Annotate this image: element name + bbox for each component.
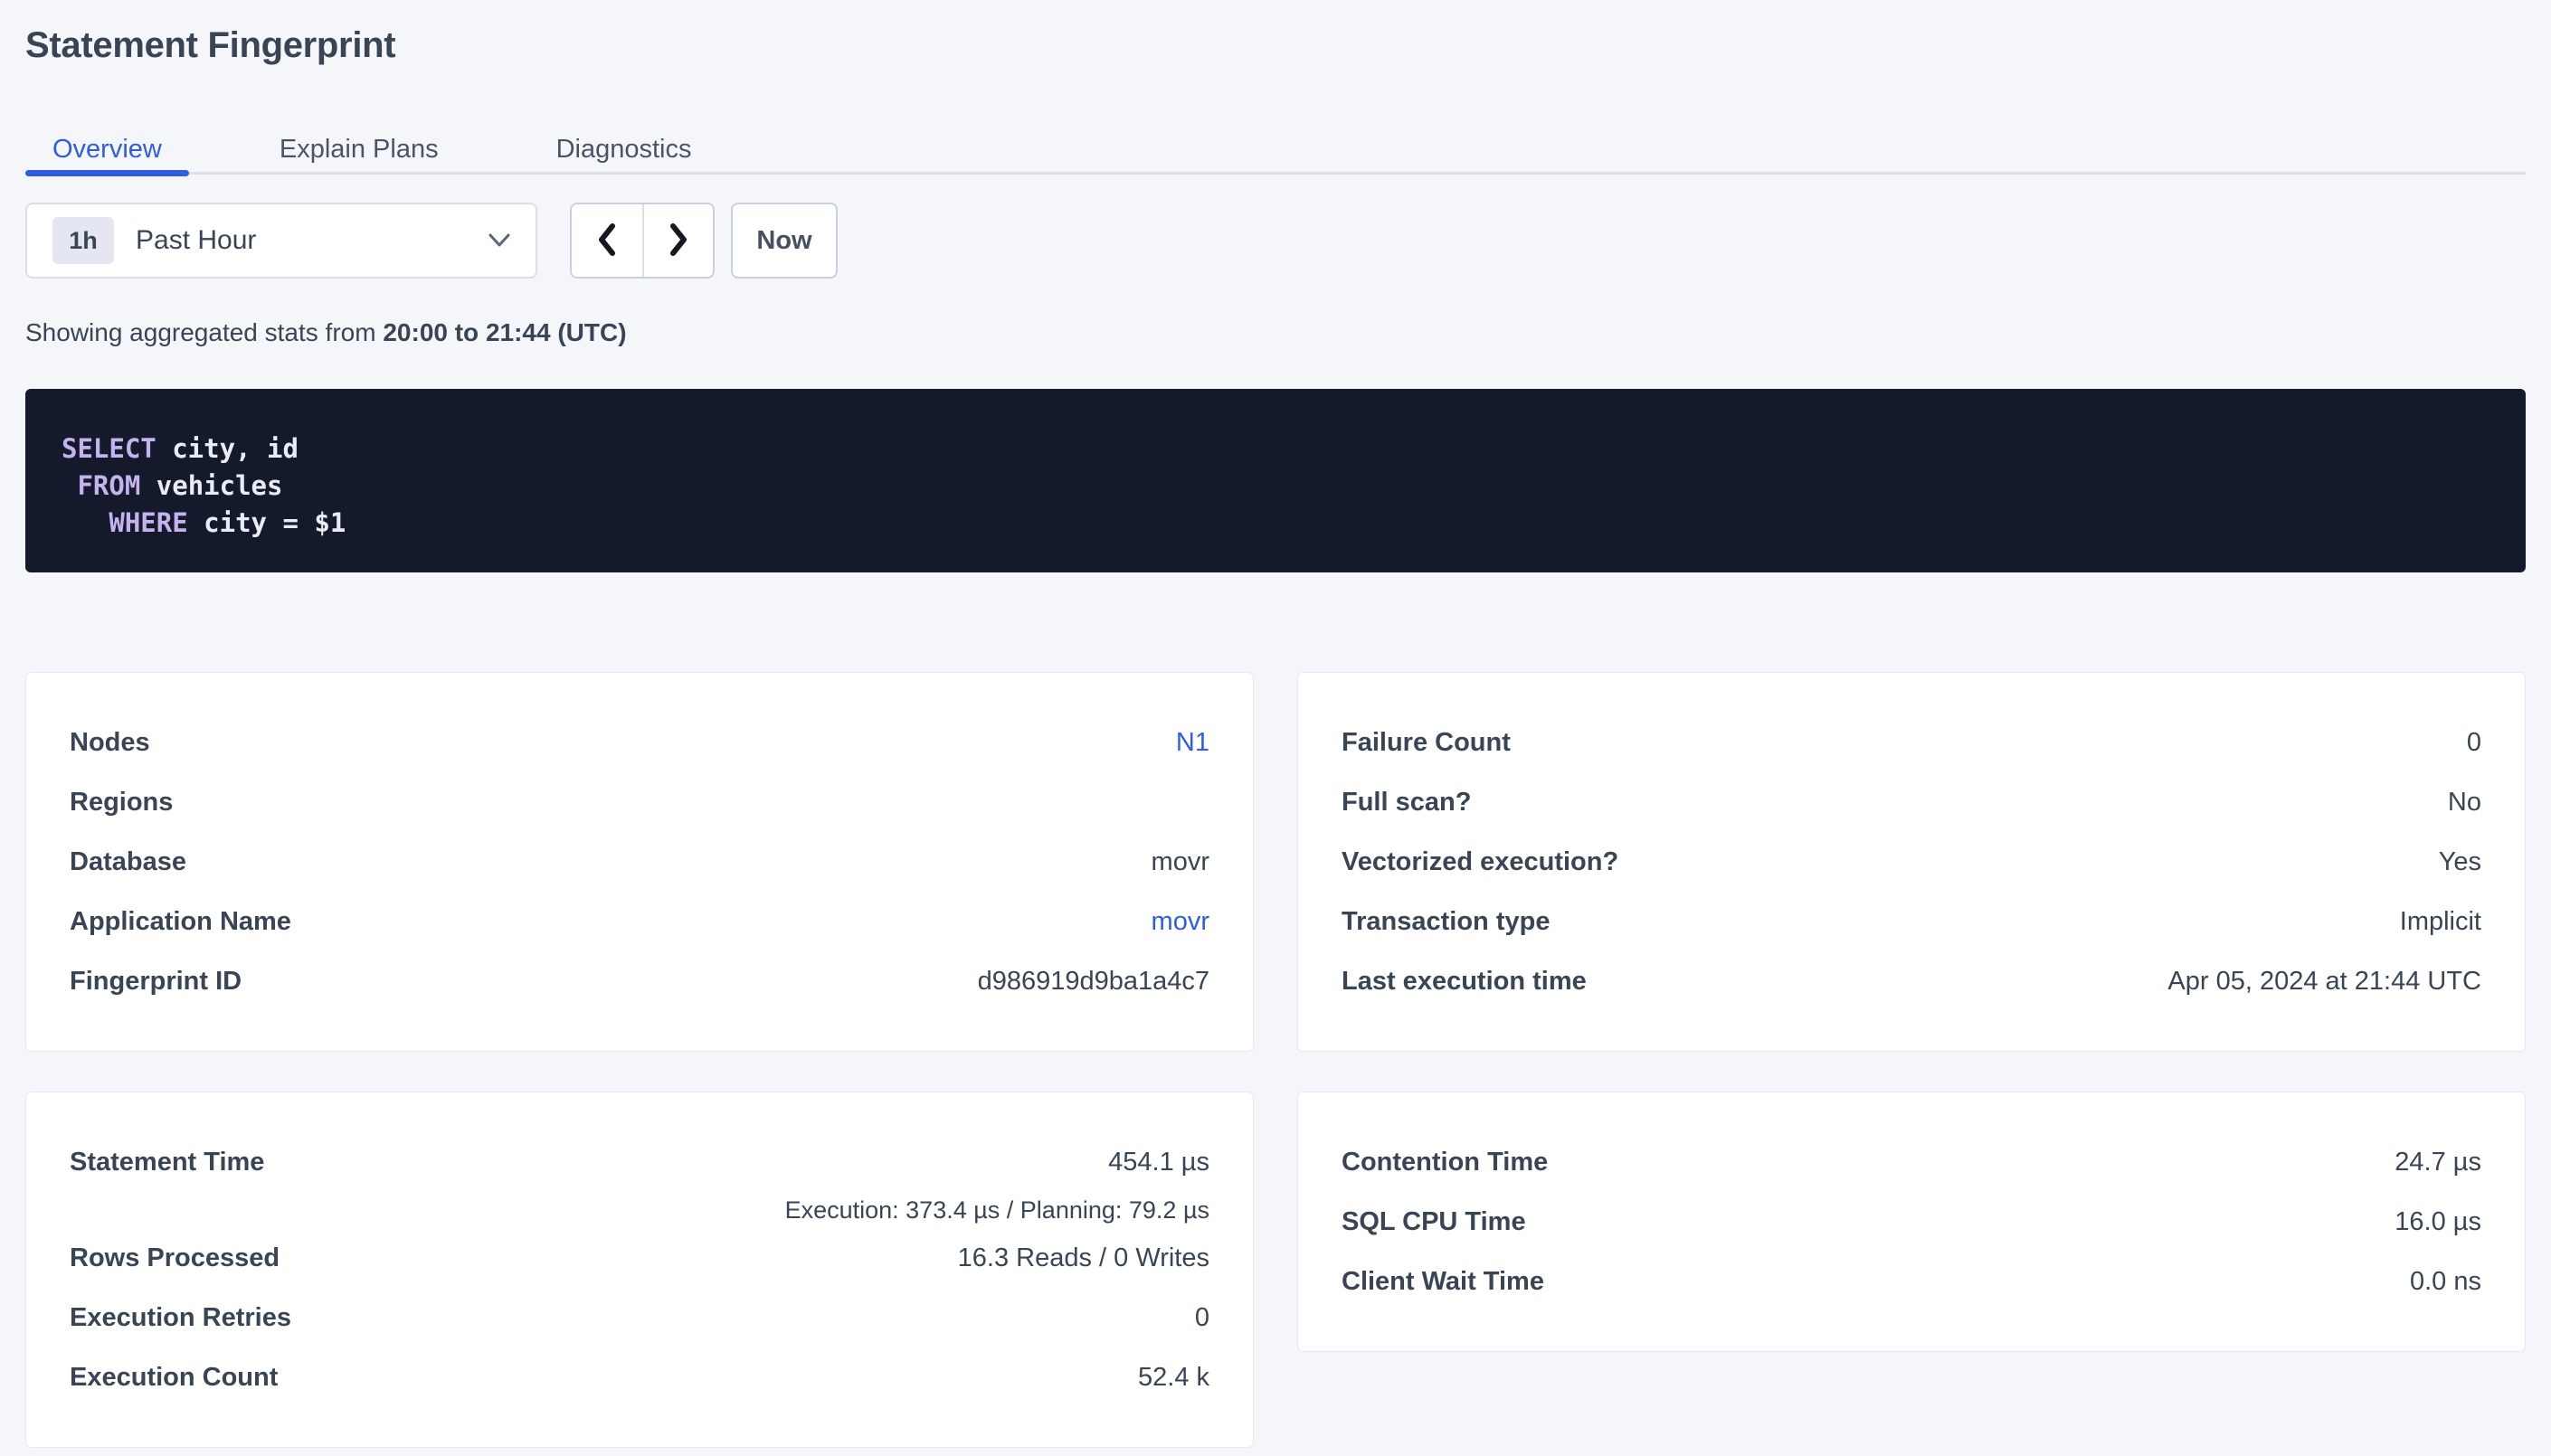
aggregated-stats-line: Showing aggregated stats from 20:00 to 2…	[25, 317, 2526, 349]
row-label: Database	[70, 832, 186, 892]
table-row: Transaction type Implicit	[1342, 892, 2481, 951]
table-row: Rows Processed 16.3 Reads / 0 Writes	[70, 1228, 1209, 1288]
row-value: 0.0 ns	[2410, 1252, 2481, 1311]
row-subvalue: Execution: 373.4 µs / Planning: 79.2 µs	[785, 1192, 1209, 1228]
chevron-down-icon	[488, 233, 510, 248]
time-controls: 1h Past Hour	[25, 203, 2526, 279]
row-value: 16.3 Reads / 0 Writes	[958, 1228, 1209, 1288]
row-label: Vectorized execution?	[1342, 832, 1618, 892]
statement-timing-card: Statement Time 454.1 µs Execution: 373.4…	[25, 1092, 1254, 1448]
row-value: 0	[2467, 713, 2481, 772]
row-value: No	[2448, 772, 2481, 832]
row-label: Last execution time	[1342, 951, 1587, 1011]
row-value: 0	[1195, 1288, 1209, 1347]
row-label: Failure Count	[1342, 713, 1511, 772]
sql-keyword: SELECT	[62, 433, 156, 464]
time-range-badge: 1h	[52, 217, 114, 264]
previous-interval-button[interactable]	[572, 204, 642, 277]
table-row: Application Name movr	[70, 892, 1209, 951]
table-row: Failure Count 0	[1342, 713, 2481, 772]
table-row: Regions	[70, 772, 1209, 832]
row-label: Contention Time	[1342, 1132, 1548, 1192]
time-range-dropdown[interactable]: 1h Past Hour	[25, 203, 537, 279]
row-label: Full scan?	[1342, 772, 1471, 832]
sql-keyword: WHERE	[109, 507, 187, 538]
table-row: Fingerprint ID d986919d9ba1a4c7	[70, 951, 1209, 1011]
table-row: Last execution time Apr 05, 2024 at 21:4…	[1342, 951, 2481, 1011]
tab-diagnostics[interactable]: Diagnostics	[529, 134, 719, 172]
statement-fingerprint-page: Statement Fingerprint Overview Explain P…	[0, 0, 2551, 1456]
row-label: Rows Processed	[70, 1228, 280, 1288]
table-row: SQL CPU Time 16.0 µs	[1342, 1192, 2481, 1252]
next-interval-button[interactable]	[642, 204, 713, 277]
table-row: Statement Time 454.1 µs Execution: 373.4…	[70, 1132, 1209, 1228]
stat-cards-grid: Nodes N1 Regions Database movr Applicati…	[25, 672, 2526, 1448]
row-label: Transaction type	[1342, 892, 1550, 951]
table-row: Nodes N1	[70, 713, 1209, 772]
row-value: 52.4 k	[1138, 1347, 1209, 1407]
row-value: d986919d9ba1a4c7	[978, 951, 1209, 1011]
row-value-stack: 454.1 µs Execution: 373.4 µs / Planning:…	[785, 1132, 1209, 1228]
tab-explain-plans[interactable]: Explain Plans	[252, 134, 466, 172]
row-value: Implicit	[2400, 892, 2481, 951]
tab-overview[interactable]: Overview	[25, 134, 189, 172]
table-row: Full scan? No	[1342, 772, 2481, 832]
row-label: Execution Retries	[70, 1288, 291, 1347]
row-value: 24.7 µs	[2395, 1132, 2481, 1192]
table-row: Database movr	[70, 832, 1209, 892]
stats-line-prefix: Showing aggregated stats from	[25, 318, 383, 346]
row-label: Regions	[70, 772, 173, 832]
now-button[interactable]: Now	[731, 203, 838, 279]
table-row: Vectorized execution? Yes	[1342, 832, 2481, 892]
row-value: 454.1 µs	[1108, 1132, 1209, 1192]
chevron-right-icon	[669, 223, 688, 259]
table-row: Execution Count 52.4 k	[70, 1347, 1209, 1407]
tab-bar: Overview Explain Plans Diagnostics	[25, 134, 2526, 175]
sql-statement-code: SELECT city, id FROM vehicles WHERE city…	[62, 430, 2489, 542]
row-label: Execution Count	[70, 1347, 278, 1407]
execution-attributes-card: Failure Count 0 Full scan? No Vectorized…	[1297, 672, 2526, 1052]
time-pager-group	[570, 203, 715, 279]
row-label: Statement Time	[70, 1132, 264, 1192]
row-label: Application Name	[70, 892, 291, 951]
sql-keyword: FROM	[77, 470, 140, 501]
row-value: Apr 05, 2024 at 21:44 UTC	[2167, 951, 2481, 1011]
table-row: Contention Time 24.7 µs	[1342, 1132, 2481, 1192]
table-row: Client Wait Time 0.0 ns	[1342, 1252, 2481, 1311]
chevron-left-icon	[597, 223, 617, 259]
row-label: SQL CPU Time	[1342, 1192, 1526, 1252]
page-title: Statement Fingerprint	[25, 24, 2526, 67]
time-range-label: Past Hour	[136, 225, 256, 256]
application-name-link[interactable]: movr	[1152, 892, 1209, 951]
stats-line-range: 20:00 to 21:44 (UTC)	[383, 318, 626, 346]
row-value: 16.0 µs	[2395, 1192, 2481, 1252]
row-label: Client Wait Time	[1342, 1252, 1544, 1311]
row-value: Yes	[2439, 832, 2481, 892]
row-label: Nodes	[70, 713, 150, 772]
wait-timing-card: Contention Time 24.7 µs SQL CPU Time 16.…	[1297, 1092, 2526, 1352]
sql-statement-box: SELECT city, id FROM vehicles WHERE city…	[25, 389, 2526, 572]
statement-details-card: Nodes N1 Regions Database movr Applicati…	[25, 672, 1254, 1052]
nodes-link[interactable]: N1	[1176, 713, 1209, 772]
row-label: Fingerprint ID	[70, 951, 242, 1011]
row-value: movr	[1152, 832, 1209, 892]
table-row: Execution Retries 0	[70, 1288, 1209, 1347]
